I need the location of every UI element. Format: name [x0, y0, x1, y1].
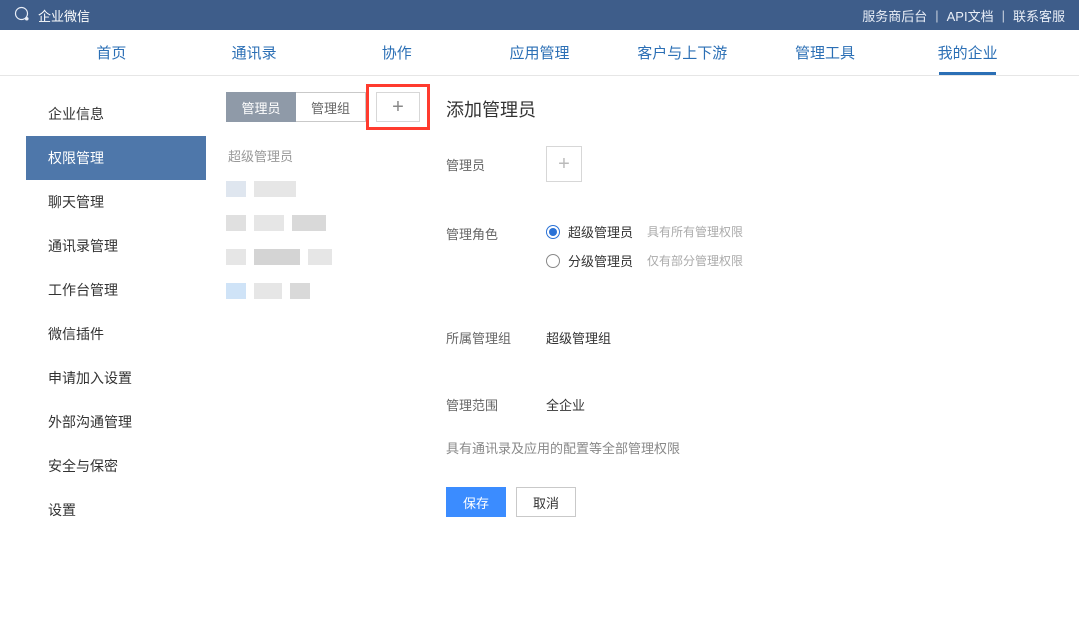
segment-tabs: 管理员 管理组 +	[226, 92, 426, 122]
nav-collab[interactable]: 协作	[325, 30, 468, 75]
sidebar-item-label: 企业信息	[48, 104, 104, 124]
nav-apps[interactable]: 应用管理	[468, 30, 611, 75]
label-role: 管理角色	[446, 222, 546, 243]
add-admin-button[interactable]: +	[376, 92, 420, 122]
sidebar-item-wechat-plugin[interactable]: 微信插件	[26, 312, 206, 356]
list-item[interactable]	[226, 175, 426, 203]
nav-label: 通讯录	[232, 42, 277, 63]
page-body: 企业信息 权限管理 聊天管理 通讯录管理 工作台管理 微信插件 申请加入设置 外…	[0, 76, 1079, 532]
tab-label: 管理员	[241, 98, 280, 117]
main-nav: 首页 通讯录 协作 应用管理 客户与上下游 管理工具 我的企业	[0, 30, 1079, 76]
sidebar-item-external[interactable]: 外部沟通管理	[26, 400, 206, 444]
sidebar-item-contacts[interactable]: 通讯录管理	[26, 224, 206, 268]
row-scope: 管理范围 全企业	[446, 395, 1033, 414]
nav-customers[interactable]: 客户与上下游	[611, 30, 754, 75]
brand-name: 企业微信	[38, 6, 90, 25]
row-admin: 管理员 +	[446, 146, 1033, 182]
list-item[interactable]	[226, 209, 426, 237]
label-group: 所属管理组	[446, 328, 546, 347]
sidebar-item-label: 工作台管理	[48, 280, 118, 300]
nav-label: 应用管理	[510, 42, 570, 63]
nav-label: 协作	[382, 42, 412, 63]
radio-label: 分级管理员	[568, 251, 633, 270]
sep: |	[1002, 8, 1005, 23]
main-content: 添加管理员 管理员 + 管理角色 超级管理员 具有所有管理权限 分级管理员 仅有…	[446, 92, 1053, 532]
sidebar-item-join-settings[interactable]: 申请加入设置	[26, 356, 206, 400]
center-column: 管理员 管理组 + 超级管理员	[226, 92, 426, 532]
nav-tools[interactable]: 管理工具	[754, 30, 897, 75]
plus-icon: +	[392, 96, 404, 119]
sidebar-item-label: 安全与保密	[48, 456, 118, 476]
list-item[interactable]	[226, 243, 426, 271]
label-admin: 管理员	[446, 155, 546, 174]
nav-label: 客户与上下游	[637, 42, 727, 63]
sidebar-item-label: 权限管理	[48, 148, 104, 168]
sidebar: 企业信息 权限管理 聊天管理 通讯录管理 工作台管理 微信插件 申请加入设置 外…	[26, 92, 206, 532]
nav-contacts[interactable]: 通讯录	[183, 30, 326, 75]
logo-icon	[14, 6, 32, 24]
radio-super-admin[interactable]: 超级管理员 具有所有管理权限	[546, 222, 743, 241]
api-docs-link[interactable]: API文档	[947, 6, 994, 25]
sidebar-item-permissions[interactable]: 权限管理	[26, 136, 206, 180]
action-buttons: 保存 取消	[446, 487, 1033, 517]
sep: |	[935, 8, 938, 23]
row-group: 所属管理组 超级管理组	[446, 328, 1033, 347]
radio-icon	[546, 254, 560, 268]
sidebar-item-workbench[interactable]: 工作台管理	[26, 268, 206, 312]
save-button[interactable]: 保存	[446, 487, 506, 517]
sidebar-item-company-info[interactable]: 企业信息	[26, 92, 206, 136]
sp-backend-link[interactable]: 服务商后台	[862, 6, 927, 25]
nav-label: 我的企业	[938, 42, 998, 63]
sidebar-item-settings[interactable]: 设置	[26, 488, 206, 532]
tab-admin-group[interactable]: 管理组	[296, 92, 366, 122]
role-options: 超级管理员 具有所有管理权限 分级管理员 仅有部分管理权限	[546, 222, 743, 280]
sidebar-item-chat[interactable]: 聊天管理	[26, 180, 206, 224]
label-scope: 管理范围	[446, 395, 546, 414]
sidebar-item-label: 外部沟通管理	[48, 412, 132, 432]
row-role: 管理角色 超级管理员 具有所有管理权限 分级管理员 仅有部分管理权限	[446, 222, 1033, 280]
value-scope: 全企业	[546, 395, 585, 414]
nav-label: 首页	[96, 42, 126, 63]
nav-my-company[interactable]: 我的企业	[896, 30, 1039, 75]
radio-hint: 仅有部分管理权限	[647, 252, 743, 269]
super-admin-section-label: 超级管理员	[228, 146, 426, 165]
sidebar-item-security[interactable]: 安全与保密	[26, 444, 206, 488]
button-label: 取消	[533, 493, 559, 512]
sidebar-item-label: 设置	[48, 500, 76, 520]
sidebar-item-label: 通讯录管理	[48, 236, 118, 256]
nav-home[interactable]: 首页	[40, 30, 183, 75]
tab-admin[interactable]: 管理员	[226, 92, 296, 122]
top-bar: 企业微信 服务商后台 | API文档 | 联系客服	[0, 0, 1079, 30]
admin-list	[226, 175, 426, 305]
add-admin-square-button[interactable]: +	[546, 146, 582, 182]
radio-icon	[546, 225, 560, 239]
page-title: 添加管理员	[446, 96, 1033, 122]
cancel-button[interactable]: 取消	[516, 487, 576, 517]
tab-label: 管理组	[311, 98, 350, 117]
sidebar-item-label: 聊天管理	[48, 192, 104, 212]
radio-label: 超级管理员	[568, 222, 633, 241]
radio-hint: 具有所有管理权限	[647, 223, 743, 240]
value-group: 超级管理组	[546, 328, 611, 347]
contact-link[interactable]: 联系客服	[1013, 6, 1065, 25]
nav-label: 管理工具	[795, 42, 855, 63]
sidebar-item-label: 微信插件	[48, 324, 104, 344]
top-right-links: 服务商后台 | API文档 | 联系客服	[862, 6, 1065, 25]
permission-note: 具有通讯录及应用的配置等全部管理权限	[446, 438, 1033, 457]
button-label: 保存	[463, 493, 489, 512]
list-item[interactable]	[226, 277, 426, 305]
plus-icon: +	[558, 153, 570, 176]
brand: 企业微信	[14, 6, 90, 25]
radio-sub-admin[interactable]: 分级管理员 仅有部分管理权限	[546, 251, 743, 270]
sidebar-item-label: 申请加入设置	[48, 368, 132, 388]
